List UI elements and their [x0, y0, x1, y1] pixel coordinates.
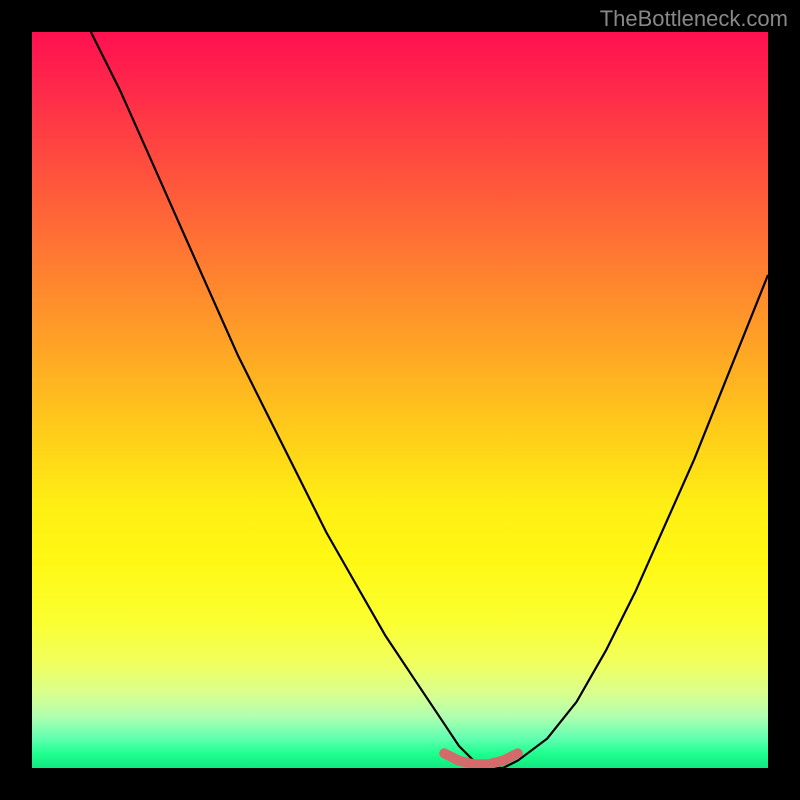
- marker-band: [444, 753, 518, 764]
- plot-area: [32, 32, 768, 768]
- watermark-text: TheBottleneck.com: [600, 6, 788, 32]
- curve-line: [91, 32, 768, 768]
- chart-svg: [32, 32, 768, 768]
